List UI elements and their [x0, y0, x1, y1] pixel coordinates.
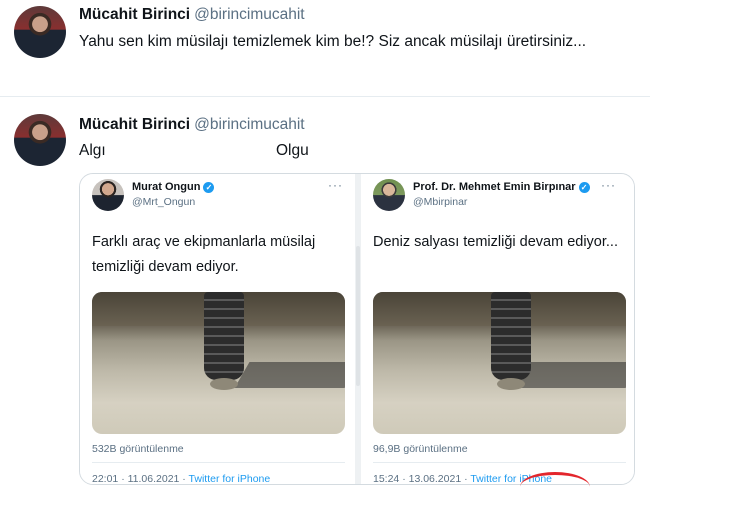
embedded-photo — [373, 292, 626, 434]
verified-badge-icon: ✓ — [578, 182, 590, 193]
tweet-meta: 22:01 · 11.06.2021 · Twitter for iPhone — [92, 473, 271, 485]
author-handle[interactable]: @birincimucahit — [194, 116, 305, 133]
tweet-timestamp: 15:24 · 13.06.2021 · — [373, 473, 468, 485]
image-scrollbar — [356, 246, 360, 386]
photo-machine — [491, 292, 531, 390]
tweet-text: Yahu sen kim müsilajı temizlemek kim be!… — [79, 33, 587, 50]
tweet-header: Mücahit Birinci @birincimucahit — [79, 6, 305, 24]
tweet-text-algi: Algı — [79, 142, 106, 159]
embedded-author-handle: @Mrt_Ongun — [132, 196, 196, 208]
author-name[interactable]: Mücahit Birinci — [79, 6, 190, 23]
more-options-icon: ··· — [601, 178, 616, 192]
embedded-author-handle: @Mbirpinar — [413, 196, 468, 208]
embedded-tweet-text: Deniz salyası temizliği devam ediyor... — [373, 234, 618, 250]
tweet-text-olgu: Olgu — [276, 142, 309, 159]
embedded-author-name: Murat Ongun ✓ — [132, 181, 215, 193]
avatar[interactable] — [14, 6, 66, 58]
embedded-author-name: Prof. Dr. Mehmet Emin Birpınar ✓ — [413, 181, 590, 193]
avatar[interactable] — [14, 114, 66, 166]
avatar — [373, 179, 405, 211]
author-handle[interactable]: @birincimucahit — [194, 6, 305, 23]
verified-badge-icon: ✓ — [203, 182, 215, 193]
photo-machine — [204, 292, 244, 390]
tweet-timestamp: 22:01 · 11.06.2021 · — [92, 473, 186, 485]
red-annotation-mark — [520, 472, 590, 502]
more-options-icon: ··· — [328, 178, 343, 192]
tweet-2[interactable]: Mücahit Birinci @birincimucahit Algı Olgu… — [0, 98, 650, 532]
embedded-photo — [92, 292, 345, 434]
photo-shadow — [515, 362, 626, 388]
embedded-tweet-right: Prof. Dr. Mehmet Emin Birpınar ✓ @Mbirpin… — [361, 174, 634, 485]
embedded-tweet-text: Farklı araç ve ekipmanlarla müsilaj temi… — [92, 234, 316, 275]
author-name[interactable]: Mücahit Birinci — [79, 116, 190, 133]
tweet-header: Mücahit Birinci @birincimucahit — [79, 116, 305, 134]
tweet-source: Twitter for iPhone — [188, 473, 271, 485]
avatar — [92, 179, 124, 211]
embedded-tweet-left: Murat Ongun ✓ @Mrt_Ongun ··· Farklı araç … — [80, 174, 355, 485]
tweet-1[interactable]: Mücahit Birinci @birincimucahit Yahu sen … — [0, 0, 650, 97]
divider — [373, 462, 626, 463]
view-count: 96,9B görüntülenme — [373, 443, 468, 455]
view-count: 532B görüntülenme — [92, 443, 184, 455]
divider — [92, 462, 345, 463]
photo-shadow — [234, 362, 345, 388]
